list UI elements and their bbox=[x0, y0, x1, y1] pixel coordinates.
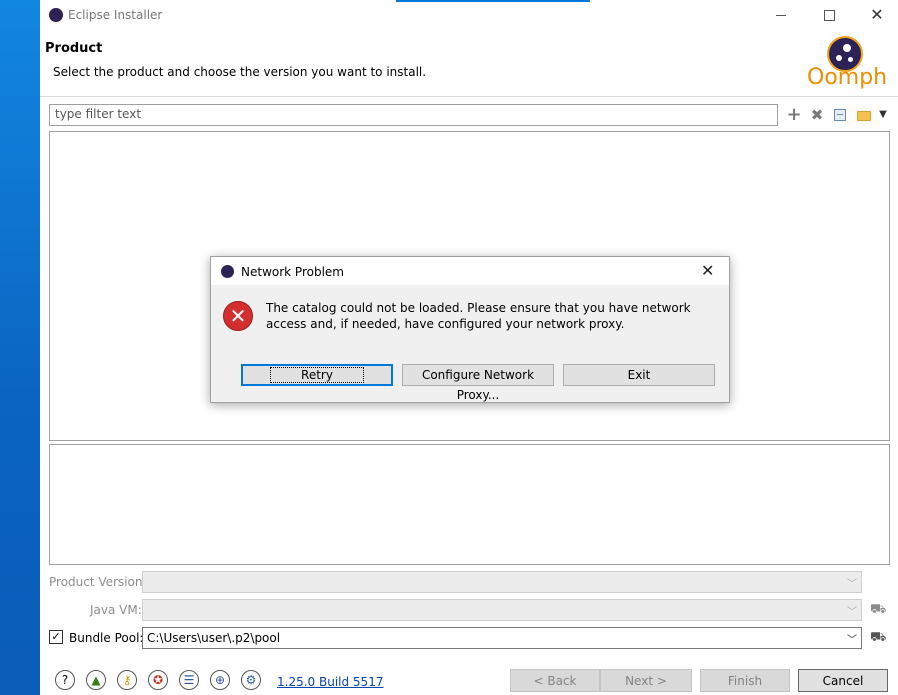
header-divider bbox=[40, 96, 898, 97]
product-version-label: Product Version: bbox=[49, 575, 147, 589]
folder-icon[interactable] bbox=[856, 107, 872, 123]
java-vm-select[interactable]: ﹀ bbox=[142, 599, 862, 621]
next-button[interactable]: Next > bbox=[600, 669, 692, 692]
product-version-select[interactable]: ﹀ bbox=[142, 571, 862, 593]
close-icon: ✕ bbox=[870, 5, 884, 24]
chevron-down-icon: ﹀ bbox=[847, 635, 857, 646]
dialog-title: Network Problem bbox=[241, 265, 344, 279]
window-title: Eclipse Installer bbox=[68, 8, 163, 22]
chevron-down-icon: ﹀ bbox=[847, 607, 857, 618]
retry-button[interactable]: Retry bbox=[241, 364, 393, 386]
chevron-down-icon[interactable]: ▼ bbox=[875, 107, 891, 123]
filter-input[interactable] bbox=[50, 105, 775, 123]
finish-button[interactable]: Finish bbox=[700, 669, 790, 692]
close-button[interactable]: ✕ bbox=[862, 4, 892, 26]
title-bar-accent bbox=[396, 0, 590, 2]
bundle-pool-manage-icon[interactable]: ⛟ bbox=[870, 630, 886, 645]
maximize-button[interactable] bbox=[814, 4, 844, 26]
bundle-pool-checkbox[interactable]: ✓ bbox=[49, 630, 63, 644]
eclipse-installer-logo-icon bbox=[221, 265, 234, 278]
product-details-panel bbox=[49, 444, 890, 565]
ssh-icon[interactable]: ⚙ bbox=[241, 670, 261, 690]
page-title: Product bbox=[45, 41, 103, 56]
dialog-title-bar: Network Problem ✕ bbox=[211, 257, 729, 285]
desktop-background bbox=[0, 0, 40, 695]
network-proxy-icon[interactable]: ⊕ bbox=[210, 670, 230, 690]
dialog-close-icon[interactable]: ✕ bbox=[701, 261, 714, 280]
exit-button[interactable]: Exit bbox=[563, 364, 715, 386]
retry-button-label: Retry bbox=[270, 367, 364, 383]
error-icon: ✕ bbox=[223, 301, 253, 331]
oomph-logo: Oomph bbox=[805, 36, 888, 92]
filter-field[interactable] bbox=[49, 104, 778, 126]
key-icon[interactable]: ⚷ bbox=[117, 670, 137, 690]
bundle-pool-value: C:\Users\user\.p2\pool bbox=[147, 631, 281, 645]
update-icon[interactable]: ▲ bbox=[86, 670, 106, 690]
minimize-icon bbox=[776, 15, 786, 16]
help-icon[interactable]: ? bbox=[55, 670, 75, 690]
list-icon[interactable]: ☰ bbox=[179, 670, 199, 690]
oomph-logo-text: Oomph bbox=[807, 65, 888, 90]
collapse-all-icon[interactable] bbox=[832, 107, 848, 123]
back-button[interactable]: < Back bbox=[510, 669, 600, 692]
configure-network-proxy-button[interactable]: Configure Network Proxy... bbox=[402, 364, 554, 402]
remove-icon[interactable]: ✖ bbox=[809, 107, 825, 123]
java-vm-label: Java VM: bbox=[90, 603, 142, 617]
version-link[interactable]: 1.25.0 Build 5517 bbox=[277, 675, 383, 689]
maximize-icon bbox=[824, 10, 835, 21]
cancel-button[interactable]: Cancel bbox=[798, 669, 888, 692]
network-problem-dialog: Network Problem ✕ ✕ The catalog could no… bbox=[210, 256, 730, 403]
minimize-button[interactable] bbox=[766, 4, 796, 26]
eclipse-installer-logo-icon bbox=[49, 8, 63, 22]
bundle-pool-label: Bundle Pool: bbox=[69, 631, 144, 645]
add-icon[interactable]: + bbox=[786, 106, 802, 124]
dialog-message: The catalog could not be loaded. Please … bbox=[266, 301, 691, 331]
page-description: Select the product and choose the versio… bbox=[53, 65, 427, 79]
bundle-pool-select[interactable]: C:\Users\user\.p2\pool ﹀ bbox=[142, 627, 862, 649]
badge-icon[interactable]: ✪ bbox=[148, 670, 168, 690]
title-bar: Eclipse Installer ✕ bbox=[40, 0, 898, 30]
java-vm-browse-icon[interactable]: ⛟ bbox=[870, 602, 886, 617]
chevron-down-icon: ﹀ bbox=[847, 579, 857, 590]
